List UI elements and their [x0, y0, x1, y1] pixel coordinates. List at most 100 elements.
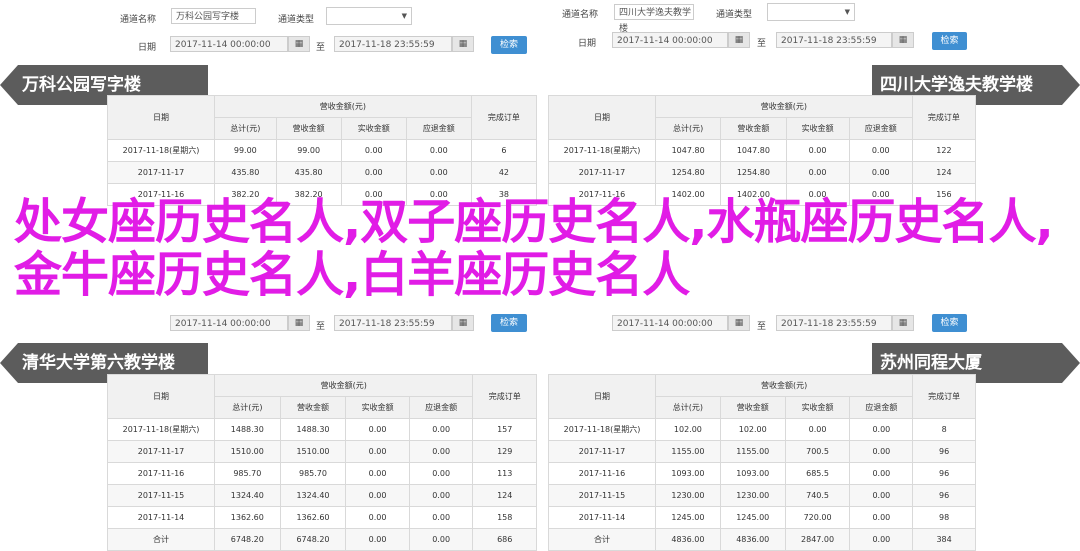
cell: 99.00 — [275, 139, 342, 162]
cell: 1245.00 — [719, 506, 786, 529]
col-total: 总计(元) — [654, 117, 722, 140]
date-from-input[interactable]: 2017-11-14 00:00:00 — [612, 315, 728, 331]
calendar-icon[interactable]: ▦ — [892, 32, 914, 48]
revenue-table-top-left: 日期 营收金额(元) 完成订单 总计(元) 营收金额 实收金额 应退金额 201… — [107, 95, 538, 206]
channel-type-select[interactable]: ▼ — [767, 3, 855, 21]
calendar-icon[interactable]: ▦ — [892, 315, 914, 331]
search-button[interactable]: 检索 — [491, 314, 527, 332]
col-revenue-group: 营收金额(元) — [655, 95, 913, 118]
table-row: 2017-11-18(星期六) 1488.30 1488.30 0.00 0.00 157 — [107, 418, 537, 441]
cell: 0.00 — [345, 506, 410, 529]
cell: 1230.00 — [719, 484, 786, 507]
date-from-input[interactable]: 2017-11-14 00:00:00 — [170, 36, 288, 52]
cell: 1324.40 — [214, 484, 281, 507]
cell: 1488.30 — [279, 418, 347, 441]
cell: 99.00 — [214, 139, 277, 162]
cell: 985.70 — [214, 462, 281, 485]
cell: 1362.60 — [279, 506, 347, 529]
cell: 0.00 — [408, 440, 474, 463]
cell: 2017-11-16 — [548, 462, 656, 485]
calendar-icon[interactable]: ▦ — [728, 32, 750, 48]
date-from-input[interactable]: 2017-11-14 00:00:00 — [612, 32, 728, 48]
col-revenue-group: 营收金额(元) — [213, 374, 474, 397]
cell: 0.00 — [848, 139, 913, 162]
cell: 0.00 — [345, 418, 410, 441]
cell: 0.00 — [849, 506, 914, 529]
cell: 0.00 — [849, 418, 914, 441]
col-date: 日期 — [107, 95, 215, 140]
cell: 1093.00 — [655, 462, 721, 485]
cell: 0.00 — [848, 161, 913, 184]
cell: 157 — [472, 418, 537, 441]
cell: 0.00 — [408, 506, 474, 529]
table-row: 2017-11-16 1093.00 1093.00 685.5 0.00 96 — [548, 462, 976, 485]
cell: 96 — [912, 462, 976, 485]
cell: 0.00 — [340, 139, 407, 162]
cell: 2017-11-17 — [107, 161, 215, 184]
table-row: 2017-11-17 1155.00 1155.00 700.5 0.00 96 — [548, 440, 976, 463]
revenue-table-bottom-right: 日期 营收金额(元) 完成订单 总计(元) 营收金额 实收金额 应退金额 201… — [548, 374, 976, 551]
cell: 122 — [911, 139, 977, 162]
channel-name-input[interactable]: 万科公园写字楼 — [171, 8, 256, 24]
calendar-icon[interactable]: ▦ — [452, 36, 474, 52]
cell: 1510.00 — [214, 440, 281, 463]
search-button[interactable]: 检索 — [932, 32, 967, 50]
cell: 4836.00 — [719, 528, 786, 551]
cell: 1488.30 — [214, 418, 281, 441]
channel-name-label: 通道名称 — [562, 10, 599, 20]
date-sep: 至 — [316, 43, 326, 53]
cell: 435.80 — [275, 161, 342, 184]
table-row: 2017-11-18(星期六) 99.00 99.00 0.00 0.00 6 — [107, 139, 538, 162]
table-row: 2017-11-14 1245.00 1245.00 720.00 0.00 98 — [548, 506, 976, 529]
col-refund: 应退金额 — [405, 117, 472, 140]
channel-type-select[interactable]: ▼ — [326, 7, 412, 25]
cell: 1230.00 — [655, 484, 721, 507]
table-row: 2017-11-18(星期六) 1047.80 1047.80 0.00 0.00 122 — [548, 139, 977, 162]
date-to-input[interactable]: 2017-11-18 23:55:59 — [776, 32, 892, 48]
col-cash: 营收金额 — [719, 396, 786, 419]
cell: 8 — [912, 418, 976, 441]
cell: 0.00 — [405, 161, 472, 184]
cell: 0.00 — [405, 139, 472, 162]
cell: 2017-11-18(星期六) — [107, 418, 215, 441]
channel-type-label: 通道类型 — [716, 10, 753, 20]
cell: 0.00 — [408, 462, 474, 485]
channel-name-input[interactable]: 四川大学逸夫教学楼 — [614, 4, 694, 34]
table-row: 2017-11-14 1362.60 1362.60 0.00 0.00 158 — [107, 506, 537, 529]
cell: 0.00 — [408, 484, 474, 507]
date-from-input[interactable]: 2017-11-14 00:00:00 — [170, 315, 288, 331]
cell: 96 — [912, 484, 976, 507]
chevron-down-icon: ▼ — [401, 12, 407, 20]
col-actual: 实收金额 — [785, 117, 850, 140]
cell: 1245.00 — [655, 506, 721, 529]
cell: 740.5 — [784, 484, 851, 507]
cell: 0.00 — [849, 462, 914, 485]
date-label: 日期 — [138, 43, 157, 53]
revenue-table-bottom-left: 日期 营收金额(元) 完成订单 总计(元) 营收金额 实收金额 应退金额 201… — [107, 374, 537, 551]
date-to-input[interactable]: 2017-11-18 23:55:59 — [334, 36, 452, 52]
calendar-icon[interactable]: ▦ — [728, 315, 750, 331]
cell: 102.00 — [719, 418, 786, 441]
cell: 985.70 — [279, 462, 347, 485]
search-button[interactable]: 检索 — [932, 314, 967, 332]
cell: 0.00 — [340, 161, 407, 184]
col-revenue-group: 营收金额(元) — [214, 95, 472, 118]
col-refund: 应退金额 — [849, 396, 914, 419]
cell: 0.00 — [345, 528, 410, 551]
cell: 124 — [911, 161, 977, 184]
calendar-icon[interactable]: ▦ — [452, 315, 474, 331]
cell: 1047.80 — [654, 139, 722, 162]
table-row: 2017-11-17 435.80 435.80 0.00 0.00 42 — [107, 161, 538, 184]
calendar-icon[interactable]: ▦ — [288, 36, 310, 52]
cell: 2017-11-14 — [107, 506, 215, 529]
revenue-table-top-right: 日期 营收金额(元) 完成订单 总计(元) 营收金额 实收金额 应退金额 201… — [548, 95, 977, 206]
cell: 0.00 — [785, 161, 850, 184]
col-total: 总计(元) — [214, 396, 281, 419]
cell: 0.00 — [785, 139, 850, 162]
date-to-input[interactable]: 2017-11-18 23:55:59 — [334, 315, 452, 331]
cell: 2017-11-17 — [548, 440, 656, 463]
date-to-input[interactable]: 2017-11-18 23:55:59 — [776, 315, 892, 331]
search-button[interactable]: 检索 — [491, 36, 527, 54]
calendar-icon[interactable]: ▦ — [288, 315, 310, 331]
cell: 1093.00 — [719, 462, 786, 485]
